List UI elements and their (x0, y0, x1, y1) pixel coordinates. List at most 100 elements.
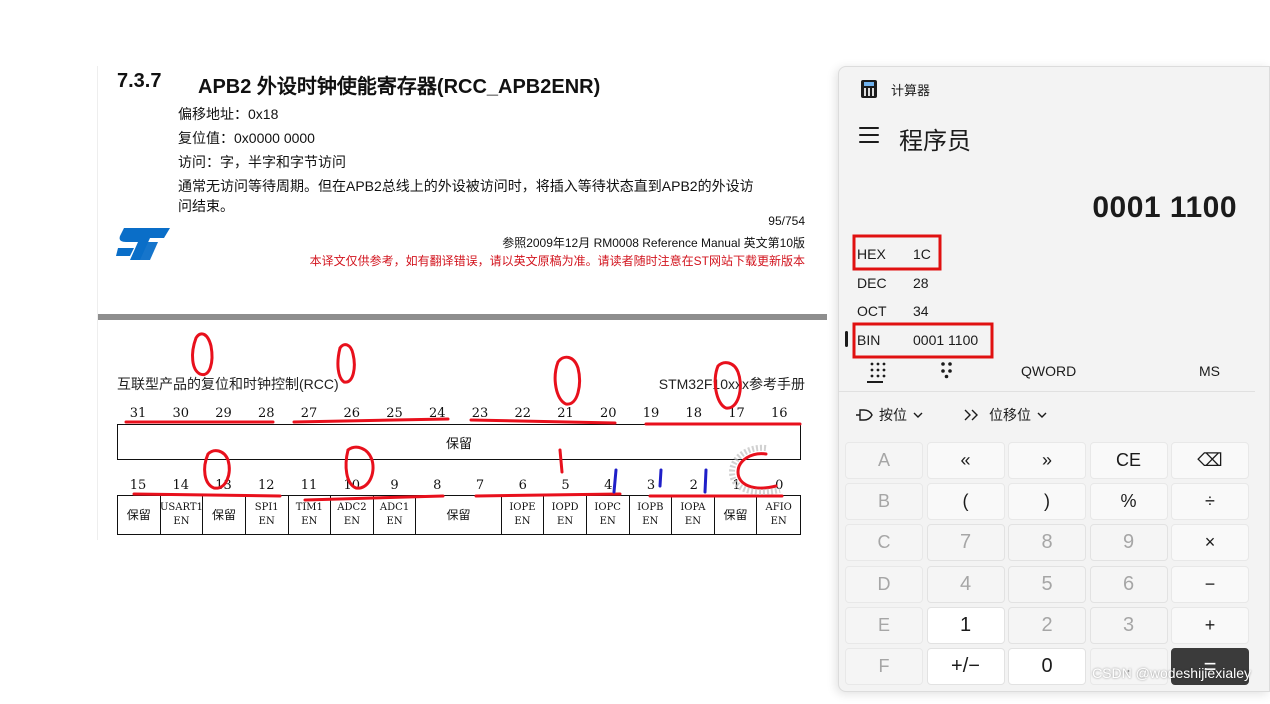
key-7[interactable]: 7 (926, 524, 1005, 562)
register-field-name: USART1 (160, 502, 203, 513)
key-E[interactable]: E (845, 606, 923, 644)
register-field: 保留 (416, 496, 502, 534)
high-bit-16: 16 (770, 406, 788, 421)
register-field: IOPB EN (630, 496, 673, 534)
key-÷[interactable]: ÷ (1171, 483, 1249, 521)
key-([interactable]: ( (926, 483, 1005, 521)
title-bar: 计算器 (861, 79, 930, 99)
key-4[interactable]: 4 (926, 565, 1005, 603)
high-bit-27: 27 (300, 406, 318, 421)
logic-gate-icon (856, 409, 873, 421)
keypad-toolbar: QWORD MS (853, 359, 1255, 389)
bitwise-dropdown[interactable]: 按位 (855, 405, 923, 425)
register-field-name: ADC2 (337, 502, 367, 513)
register-field-suffix: EN (173, 516, 190, 527)
menu-icon[interactable] (859, 127, 879, 143)
register-field: ADC1 EN (374, 496, 417, 534)
word-size-button[interactable]: QWORD (1021, 363, 1076, 379)
register-field-suffix: EN (599, 516, 616, 527)
key-−[interactable]: − (1171, 565, 1249, 603)
key-D[interactable]: D (845, 565, 923, 603)
key-)[interactable]: ) (1008, 483, 1086, 521)
key-8[interactable]: 8 (1008, 524, 1086, 562)
key-F[interactable]: F (845, 648, 923, 685)
full-keypad-icon[interactable] (869, 361, 887, 379)
register-field-name: 保留 (126, 508, 151, 522)
manual-register-section: 互联型产品的复位和时钟控制(RCC) STM32F10xxx参考手册 31 30 2… (98, 320, 827, 540)
radix-hex-label: HEX (857, 246, 886, 262)
register-field-name: AFIO (765, 502, 792, 513)
key-%[interactable]: % (1089, 483, 1168, 521)
radix-dec-value: 28 (913, 275, 929, 291)
low-bit-5: 5 (561, 478, 570, 493)
toolbar-divider (839, 391, 1255, 392)
section-title: APB2 外设时钟使能寄存器(RCC_APB2ENR) (198, 76, 601, 98)
key-×[interactable]: × (1171, 524, 1249, 562)
key-C[interactable]: C (845, 524, 923, 562)
key-»[interactable]: » (1008, 442, 1086, 479)
register-field-name: 保留 (723, 508, 748, 522)
key-negate[interactable]: +/− (926, 648, 1005, 685)
register-field-name: IOPE (509, 502, 536, 513)
register-field: IOPA EN (672, 496, 715, 534)
key-1[interactable]: 1 (926, 606, 1005, 644)
result-display: 0001 1100 (1092, 191, 1237, 224)
register-field: SPI1 EN (246, 496, 289, 534)
high-bit-31: 31 (129, 406, 147, 421)
key-6[interactable]: 6 (1089, 565, 1168, 603)
bitshift-dropdown[interactable]: 位移位 (963, 405, 1047, 425)
key-backspace[interactable]: ⌫ (1171, 442, 1249, 479)
key-A[interactable]: A (845, 442, 923, 479)
key-5[interactable]: 5 (1008, 565, 1086, 603)
bit-toggling-keypad-icon[interactable] (939, 361, 955, 379)
reserved-bits-high: 保留 (117, 424, 801, 460)
low-bit-3: 3 (646, 478, 656, 493)
high-bit-28: 28 (257, 406, 275, 421)
bitwise-label: 按位 (879, 407, 907, 423)
high-bit-23: 23 (471, 406, 489, 421)
register-fields-table: 保留 USART1 EN 保留 SPI1 EN TIM1 EN ADC2 EN ADC1 EN 保留 IO… (117, 495, 801, 535)
selected-radix-marker (845, 331, 848, 347)
low-bit-4: 4 (604, 478, 613, 493)
key-9[interactable]: 9 (1089, 524, 1168, 562)
low-bit-12: 12 (257, 478, 275, 493)
manual-page: 7.3.7 APB2 外设时钟使能寄存器(RCC_APB2ENR) 偏移地址：0… (97, 66, 827, 540)
key-«[interactable]: « (926, 442, 1005, 479)
low-bit-8: 8 (433, 478, 442, 493)
register-field: 保留 (715, 496, 758, 534)
radix-oct[interactable]: OCT 34 (857, 300, 929, 322)
key-0[interactable]: 0 (1008, 648, 1086, 685)
high-bit-21: 21 (557, 406, 574, 421)
register-field: IOPE EN (502, 496, 545, 534)
register-field-suffix: EN (557, 516, 574, 527)
radix-dec[interactable]: DEC 28 (857, 272, 929, 294)
radix-hex-value: 1C (913, 246, 931, 262)
radix-bin-value: 0001 1100 (913, 332, 979, 348)
memory-store-button[interactable]: MS (1199, 363, 1220, 379)
radix-bin[interactable]: BIN 0001 1100 (857, 329, 978, 351)
manual-header: STM32F10xxx参考手册 (658, 376, 805, 392)
bitwise-row: 按位 位移位 (853, 403, 1255, 427)
key-2[interactable]: 2 (1008, 606, 1086, 644)
key-+[interactable]: + (1171, 606, 1249, 644)
manual-top-section: 7.3.7 APB2 外设时钟使能寄存器(RCC_APB2ENR) 偏移地址：0… (98, 66, 827, 316)
key-B[interactable]: B (845, 483, 923, 521)
low-bit-11: 11 (300, 478, 318, 493)
key-CE[interactable]: CE (1089, 442, 1168, 479)
low-bit-9: 9 (390, 478, 399, 493)
register-field: AFIO EN (757, 496, 800, 534)
radix-bin-label: BIN (857, 332, 881, 348)
access-info: 访问：字，半字和字节访问 (178, 154, 346, 170)
low-bit-10: 10 (343, 478, 361, 493)
high-bit-22: 22 (514, 406, 532, 421)
watermark: CSDN @wodeshijiexialey (1092, 665, 1251, 681)
register-field-suffix: EN (386, 516, 403, 527)
calculator-app-icon (861, 80, 877, 98)
register-field-name: 保留 (446, 508, 471, 522)
register-field-suffix: EN (258, 516, 275, 527)
radix-hex[interactable]: HEX 1C (857, 243, 931, 265)
bit-numbers-low: 15 14 13 12 11 10 9 8 7 6 5 4 3 2 1 0 (117, 478, 801, 494)
st-logo (116, 228, 170, 260)
key-3[interactable]: 3 (1089, 606, 1168, 644)
low-bit-13: 13 (215, 478, 232, 493)
